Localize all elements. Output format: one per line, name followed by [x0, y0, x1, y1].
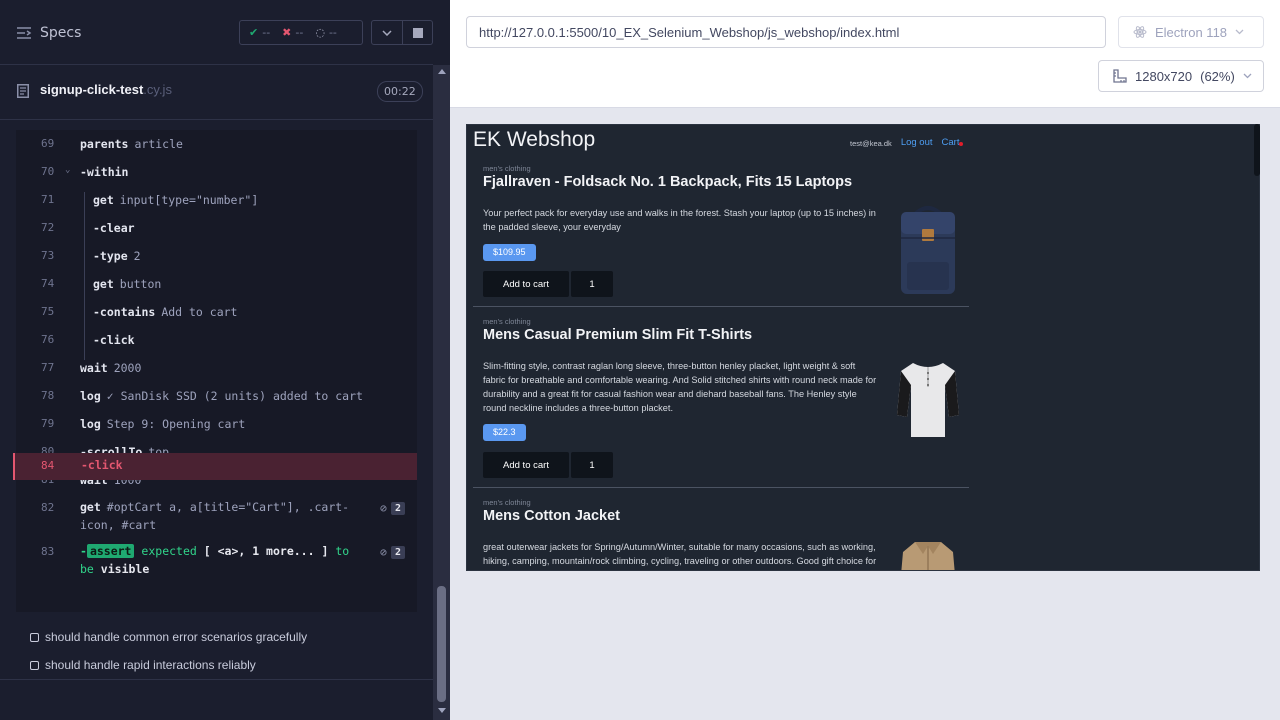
product-title: Mens Cotton Jacket: [483, 508, 620, 524]
chevron-down-icon: [1243, 73, 1252, 79]
user-email: test@kea.dk: [850, 139, 892, 148]
backpack-image: [901, 206, 955, 294]
chevron-down-icon: [382, 29, 392, 36]
ruler-icon: [1113, 69, 1127, 83]
product-title: Mens Casual Premium Slim Fit T-Shirts: [483, 327, 753, 343]
url-bar[interactable]: http://127.0.0.1:5500/10_EX_Selenium_Web…: [466, 16, 1106, 48]
divider: [0, 679, 433, 680]
product-description: Your perfect pack for everyday use and w…: [483, 208, 876, 232]
product-card: men's clothing Mens Casual Premium Slim …: [473, 317, 969, 488]
quantity-input[interactable]: 1: [571, 271, 613, 297]
price-badge: $109.95: [483, 244, 536, 261]
chevron-down-icon: [1235, 29, 1244, 35]
aut-header: http://127.0.0.1:5500/10_EX_Selenium_Web…: [450, 0, 1280, 108]
chevron-down-icon[interactable]: ⌄: [65, 165, 70, 175]
pending-stat: ◌ --: [315, 26, 337, 39]
command-row[interactable]: 82 get #optCart a, a[title="Cart"], .cart…: [16, 500, 417, 535]
eye-slash-icon: ⊘: [380, 545, 387, 559]
product-category: men's clothing: [483, 498, 531, 507]
expand-toggle-button[interactable]: [371, 20, 403, 45]
product-description: Slim-fitting style, contrast raglan long…: [483, 361, 877, 413]
add-to-cart-button[interactable]: Add to cart: [483, 271, 569, 297]
product-category: men's clothing: [483, 317, 531, 326]
cart-link[interactable]: Cart: [942, 137, 964, 148]
specs-label: Specs: [40, 25, 82, 41]
spec-file-name: signup-click-test.cy.js: [40, 82, 172, 97]
cross-icon: ✖: [282, 26, 292, 39]
test-status-icon: [30, 632, 39, 642]
quantity-input[interactable]: 1: [571, 452, 613, 478]
test-stats: ✔ -- ✖ -- ◌ --: [239, 20, 363, 45]
jacket-image: [901, 542, 955, 570]
check-icon: ✔: [249, 26, 259, 39]
element-count-badge[interactable]: ⊘ 2: [380, 501, 405, 515]
browser-selector[interactable]: Electron 118: [1118, 16, 1264, 48]
test-status-icon: [30, 660, 39, 670]
assert-tag: assert: [86, 544, 135, 558]
scale-label: (62%): [1200, 68, 1235, 84]
product-card: men's clothing Fjallraven - Foldsack No.…: [473, 164, 969, 307]
cart-indicator: [959, 142, 964, 146]
duration-badge: 00:22: [377, 81, 423, 102]
viewport-selector[interactable]: 1280x720 (62%): [1098, 60, 1264, 92]
test-item[interactable]: should handle rapid interactions reliabl…: [30, 658, 256, 672]
stop-icon: [412, 27, 423, 38]
eye-slash-icon: ⊘: [380, 501, 387, 515]
viewport-label: 1280x720: [1135, 68, 1193, 84]
assert-row[interactable]: 83 - assert expected [ <a>, 1 more... ] t…: [16, 544, 417, 579]
electron-icon: [1133, 26, 1147, 38]
spinner-icon: ◌: [315, 26, 325, 39]
command-log: 69 parents article 70 ⌄ -within 71 get inp…: [16, 130, 417, 612]
frame-scrollbar-thumb[interactable]: [1254, 124, 1260, 176]
test-item[interactable]: should handle common error scenarios gra…: [30, 630, 307, 644]
tshirt-image: [897, 363, 959, 437]
product-card: men's clothing Mens Cotton Jacket great …: [473, 498, 969, 570]
document-icon: [17, 84, 29, 98]
scroll-up-icon[interactable]: [438, 69, 446, 74]
browser-label: Electron 118: [1155, 24, 1228, 40]
logout-link[interactable]: Log out: [901, 137, 933, 148]
add-to-cart-button[interactable]: Add to cart: [483, 452, 569, 478]
product-title: Fjallraven - Foldsack No. 1 Backpack, Fi…: [483, 174, 853, 190]
reporter-panel: Specs ✔ -- ✖ -- ◌ -- signup-click-test.cy.j…: [0, 0, 450, 720]
menu-icon: [17, 27, 32, 39]
divider: [473, 487, 969, 488]
shop-nav: test@kea.dk Log out Cart: [850, 137, 964, 148]
spec-header: signup-click-test.cy.js 00:22: [0, 66, 433, 120]
price-badge: $22.3: [483, 424, 526, 441]
scroll-down-icon[interactable]: [438, 708, 446, 713]
failed-command-row[interactable]: 84 -click: [13, 453, 417, 480]
product-category: men's clothing: [483, 164, 531, 173]
reporter-scrollbar[interactable]: [433, 65, 450, 720]
shop-logo: EK Webshop: [473, 128, 596, 151]
stop-button[interactable]: [403, 20, 433, 45]
scroll-thumb[interactable]: [437, 586, 446, 702]
reporter-header: Specs ✔ -- ✖ -- ◌ --: [0, 0, 433, 65]
within-guide-line: [84, 192, 85, 360]
specs-button[interactable]: Specs: [16, 22, 81, 44]
product-description: great outerwear jackets for Spring/Autum…: [483, 542, 877, 566]
element-count-badge[interactable]: ⊘ 2: [380, 545, 405, 559]
divider: [473, 306, 969, 307]
app-under-test-frame: EK Webshop test@kea.dk Log out Cart men'…: [466, 124, 1260, 571]
failed-stat: ✖ --: [282, 26, 304, 39]
passed-stat: ✔ --: [249, 26, 271, 39]
